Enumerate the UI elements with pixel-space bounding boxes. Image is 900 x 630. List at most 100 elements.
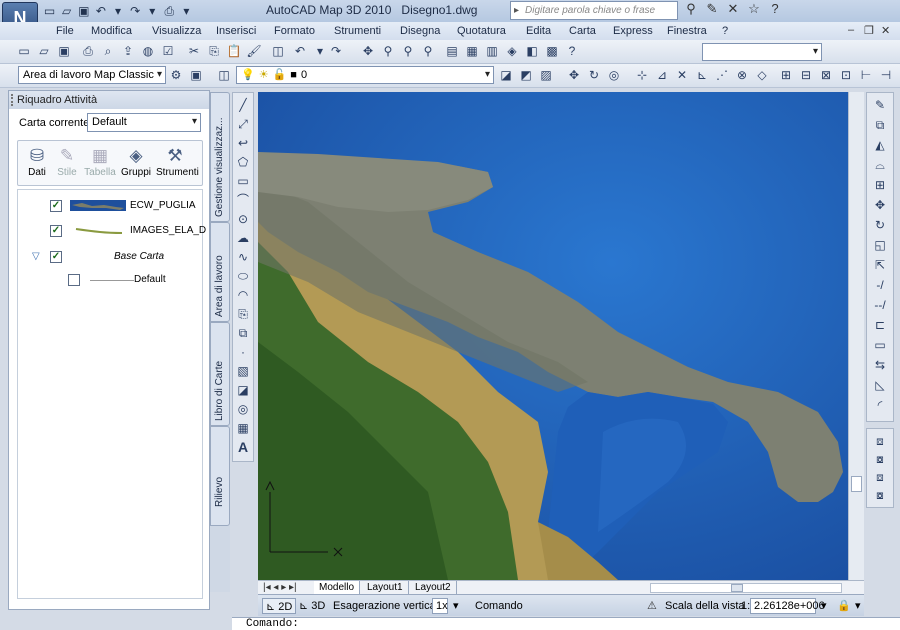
check-icon[interactable]: ☑ bbox=[160, 44, 176, 59]
tab-display-manager[interactable]: Gestione visualizzaz... bbox=[210, 92, 230, 222]
menu-edita[interactable]: Edita bbox=[526, 25, 551, 37]
help-icon[interactable]: ? bbox=[564, 44, 580, 59]
tab-layout2[interactable]: Layout2 bbox=[410, 581, 457, 595]
view-scale-input[interactable]: 2.26128e+006 bbox=[750, 598, 825, 614]
polyline-icon[interactable]: ↩ bbox=[235, 135, 251, 151]
menu-inserisci[interactable]: Inserisci bbox=[216, 25, 256, 37]
snap-center-icon[interactable]: ⊗ bbox=[734, 68, 750, 83]
join-icon[interactable]: ⇆ bbox=[872, 357, 888, 373]
zoom-previous-icon[interactable]: ⚲ bbox=[420, 44, 436, 59]
markup-icon[interactable]: ◧ bbox=[524, 44, 540, 59]
drawing-area[interactable] bbox=[258, 92, 848, 580]
tab-workspace[interactable]: Area di lavoro bbox=[210, 222, 230, 322]
current-map-combo[interactable]: Default bbox=[87, 113, 201, 132]
restore-icon[interactable]: ❐ bbox=[864, 24, 874, 37]
extend-icon[interactable]: --/ bbox=[872, 297, 888, 313]
spline-icon[interactable]: ∿ bbox=[235, 249, 251, 265]
scrollbar-thumb[interactable] bbox=[851, 476, 862, 492]
dropdown-icon[interactable]: ▾ bbox=[110, 4, 125, 19]
workspace-settings-icon[interactable]: ▣ bbox=[188, 68, 204, 83]
layer-row[interactable]: ✓ IMAGES_ELA_D bbox=[18, 221, 206, 241]
snap-quadrant-icon[interactable]: ◇ bbox=[754, 68, 770, 83]
paste-icon[interactable]: 📋 bbox=[226, 44, 242, 59]
statusbar-menu-icon[interactable]: ▾ bbox=[852, 598, 864, 614]
menu-express[interactable]: Express bbox=[613, 25, 653, 37]
search-input[interactable]: Digitare parola chiave o frase bbox=[510, 1, 678, 20]
trim-icon[interactable]: -/ bbox=[872, 277, 888, 293]
redo-icon[interactable]: ↷ bbox=[328, 44, 344, 59]
copy-icon[interactable]: ⎘ bbox=[206, 44, 222, 59]
rectangle-icon[interactable]: ▭ bbox=[235, 173, 251, 189]
snap-extension-icon[interactable]: ⋰ bbox=[714, 68, 730, 83]
command-line[interactable]: Comando: bbox=[232, 617, 900, 630]
point-icon[interactable]: · bbox=[235, 344, 251, 360]
menu-file[interactable]: File bbox=[56, 25, 74, 37]
pan-icon[interactable]: ✥ bbox=[360, 44, 376, 59]
layer-combo[interactable]: 💡 ☀ 🔓 ■ 0 bbox=[236, 66, 494, 84]
block-icon[interactable]: ◫ bbox=[270, 44, 286, 59]
tab-survey[interactable]: Rilievo bbox=[210, 426, 230, 526]
layer-visibility-checkbox[interactable]: ✓ bbox=[50, 200, 62, 212]
tab-model[interactable]: Modello bbox=[314, 581, 361, 595]
array-icon[interactable]: ⊞ bbox=[872, 177, 888, 193]
dropdown-icon[interactable]: ▾ bbox=[179, 4, 194, 19]
copy-object-icon[interactable]: ⧉ bbox=[872, 117, 888, 133]
offset-icon[interactable]: ⌓ bbox=[872, 157, 888, 173]
orbit-icon[interactable]: ◎ bbox=[606, 68, 622, 83]
break-icon[interactable]: ⊏ bbox=[872, 317, 888, 333]
groups-button[interactable]: ◈ Gruppi bbox=[117, 145, 155, 178]
vertical-scrollbar[interactable] bbox=[848, 92, 864, 580]
undo-icon[interactable]: ↶ bbox=[292, 44, 308, 59]
cut-icon[interactable]: ✂ bbox=[186, 44, 202, 59]
undo-icon[interactable]: ↶ bbox=[93, 4, 108, 19]
layer-row[interactable]: Default bbox=[18, 270, 202, 290]
attach-icon[interactable]: ⊢ bbox=[858, 68, 874, 83]
design-center-icon[interactable]: ▦ bbox=[464, 44, 480, 59]
insert-block-icon[interactable]: ⎘ bbox=[235, 306, 251, 322]
erase-icon[interactable]: ✎ bbox=[872, 97, 888, 113]
zoom-window-icon[interactable]: ⚲ bbox=[400, 44, 416, 59]
menu-disegna[interactable]: Disegna bbox=[400, 25, 440, 37]
table-button[interactable]: ▦ Tabella bbox=[81, 145, 119, 178]
dropdown-icon[interactable]: ▾ bbox=[312, 44, 328, 59]
menu-strumenti[interactable]: Strumenti bbox=[334, 25, 381, 37]
line-icon[interactable]: ╱ bbox=[235, 97, 251, 113]
calculator-icon[interactable]: ▩ bbox=[544, 44, 560, 59]
binoculars-icon[interactable]: ⚲ bbox=[682, 2, 700, 17]
lock-icon[interactable]: 🔒 bbox=[834, 598, 854, 614]
snap-apparent-icon[interactable]: ⊾ bbox=[694, 68, 710, 83]
move-icon[interactable]: ✥ bbox=[872, 197, 888, 213]
polygon-icon[interactable]: ⬠ bbox=[235, 154, 251, 170]
tab-layout1[interactable]: Layout1 bbox=[362, 581, 409, 595]
group-row[interactable]: ▽ ✓ Base Carta bbox=[18, 247, 202, 267]
group-visibility-checkbox[interactable]: ✓ bbox=[50, 251, 62, 263]
move-icon[interactable]: ✥ bbox=[566, 68, 582, 83]
make-current-icon[interactable]: ◪ bbox=[498, 68, 514, 83]
help-icon[interactable]: ? bbox=[766, 2, 784, 17]
menu-help[interactable]: ? bbox=[722, 25, 728, 37]
print-icon[interactable]: ⎙ bbox=[162, 4, 177, 19]
task-pane-title[interactable]: Riquadro Attività bbox=[9, 91, 209, 109]
sheet-set-icon[interactable]: ◈ bbox=[504, 44, 520, 59]
minimize-icon[interactable]: – bbox=[848, 24, 854, 36]
send-back-icon[interactable]: ⧇ bbox=[872, 451, 888, 467]
make-block-icon[interactable]: ⧉ bbox=[235, 325, 251, 341]
tool-palettes-icon[interactable]: ▥ bbox=[484, 44, 500, 59]
collapse-icon[interactable]: ▽ bbox=[32, 251, 40, 262]
save-icon[interactable]: ▣ bbox=[56, 44, 72, 59]
preview-icon[interactable]: ⌕ bbox=[100, 44, 116, 59]
menu-carta[interactable]: Carta bbox=[569, 25, 596, 37]
exaggeration-dropdown-icon[interactable]: ▾ bbox=[450, 598, 462, 614]
snap-endpoint-icon[interactable]: ⊹ bbox=[634, 68, 650, 83]
dropdown-icon[interactable]: ▾ bbox=[145, 4, 160, 19]
gradient-icon[interactable]: ◪ bbox=[235, 382, 251, 398]
close-icon[interactable]: ✕ bbox=[881, 24, 890, 37]
rotate-icon[interactable]: ↻ bbox=[872, 217, 888, 233]
rotate-icon[interactable]: ↻ bbox=[586, 68, 602, 83]
menu-formato[interactable]: Formato bbox=[274, 25, 315, 37]
ellipse-icon[interactable]: ⬭ bbox=[235, 268, 251, 284]
align-icon[interactable]: ⊟ bbox=[798, 68, 814, 83]
query-icon[interactable]: ⊡ bbox=[838, 68, 854, 83]
communication-icon[interactable]: ✎ bbox=[703, 2, 721, 17]
publish-icon[interactable]: ⇪ bbox=[120, 44, 136, 59]
